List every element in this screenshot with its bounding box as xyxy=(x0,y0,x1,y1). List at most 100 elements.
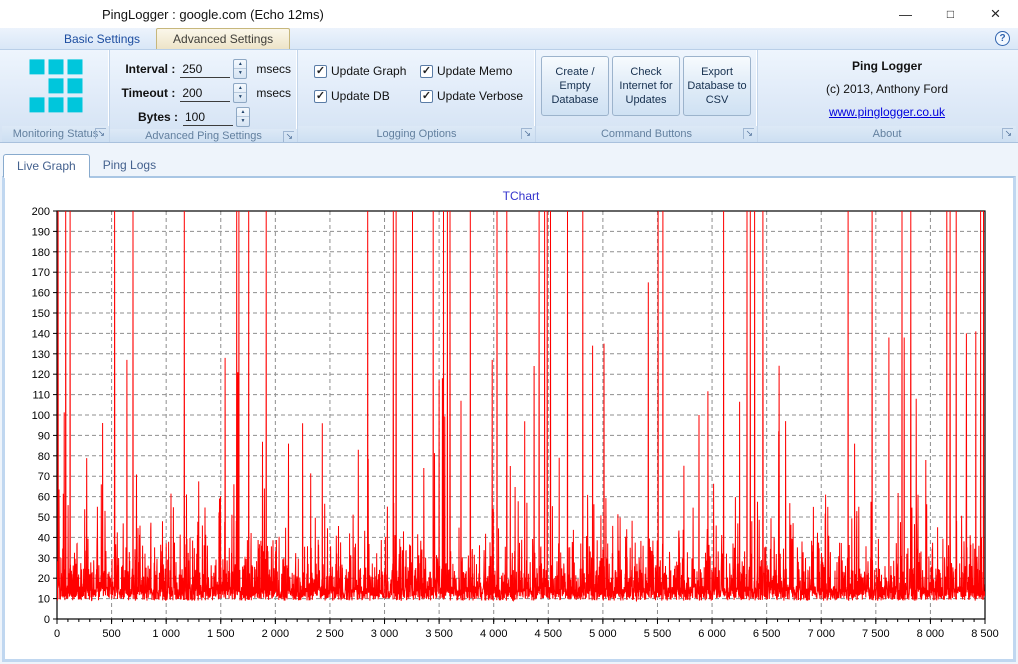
close-button[interactable]: × xyxy=(973,0,1018,28)
interval-input[interactable] xyxy=(180,61,230,78)
svg-text:8 500: 8 500 xyxy=(971,628,999,640)
ping-chart: TChart0102030405060708090100110120130140… xyxy=(5,184,1013,654)
timeout-label: Timeout : xyxy=(112,86,175,100)
window-title: PingLogger : google.com (Echo 12ms) xyxy=(0,7,324,22)
group-label-command-buttons: Command Buttons xyxy=(601,128,692,140)
svg-text:20: 20 xyxy=(38,573,50,585)
create-empty-database-button[interactable]: Create / Empty Database xyxy=(541,56,609,116)
export-database-csv-button[interactable]: Export Database to CSV xyxy=(683,56,751,116)
svg-text:10: 10 xyxy=(38,594,50,606)
svg-text:110: 110 xyxy=(32,390,50,402)
tab-ping-logs[interactable]: Ping Logs xyxy=(90,154,169,176)
dialog-launcher-icon[interactable]: ↘ xyxy=(743,128,754,139)
dialog-launcher-icon[interactable]: ↘ xyxy=(95,128,106,139)
timeout-spinner[interactable]: ▲▼ xyxy=(233,83,247,103)
title-bar: PingLogger : google.com (Echo 12ms) — □ … xyxy=(0,0,1018,28)
timeout-input[interactable] xyxy=(180,85,230,102)
svg-text:200: 200 xyxy=(32,206,50,218)
group-command-buttons: Create / Empty Database Check Internet f… xyxy=(536,50,758,142)
bytes-label: Bytes : xyxy=(112,110,178,124)
svg-text:100: 100 xyxy=(32,410,50,422)
tab-live-graph[interactable]: Live Graph xyxy=(3,154,90,178)
pinglogger-window: PingLogger : google.com (Echo 12ms) — □ … xyxy=(0,0,1018,664)
spin-up-icon[interactable]: ▲ xyxy=(234,60,246,69)
svg-text:180: 180 xyxy=(32,247,50,259)
svg-text:3 000: 3 000 xyxy=(371,628,399,640)
checkbox-update-memo[interactable]: ✓ Update Memo xyxy=(420,64,523,78)
checkbox-icon[interactable]: ✓ xyxy=(420,65,433,78)
tab-basic-settings[interactable]: Basic Settings xyxy=(48,29,156,49)
chart-title: TChart xyxy=(503,189,540,203)
spin-down-icon[interactable]: ▼ xyxy=(237,117,249,126)
svg-text:150: 150 xyxy=(32,308,50,320)
dialog-launcher-icon[interactable]: ↘ xyxy=(1002,128,1013,139)
svg-text:170: 170 xyxy=(32,267,50,279)
tab-advanced-settings[interactable]: Advanced Settings xyxy=(156,28,290,49)
group-advanced-ping-settings: Interval : ▲▼ msecs Timeout : ▲▼ msecs B… xyxy=(110,50,298,142)
svg-text:130: 130 xyxy=(32,349,50,361)
bytes-input[interactable] xyxy=(183,109,233,126)
svg-text:190: 190 xyxy=(32,226,50,238)
help-icon[interactable]: ? xyxy=(995,31,1010,46)
bytes-spinner[interactable]: ▲▼ xyxy=(236,107,250,127)
group-label-logging-options: Logging Options xyxy=(376,128,456,140)
about-copyright: (c) 2013, Anthony Ford xyxy=(826,82,948,96)
group-label-advanced-ping-settings: Advanced Ping Settings xyxy=(145,130,262,142)
spin-down-icon[interactable]: ▼ xyxy=(234,93,246,102)
group-monitoring-status: Monitoring Status↘ xyxy=(2,50,110,142)
spin-down-icon[interactable]: ▼ xyxy=(234,69,246,78)
svg-text:140: 140 xyxy=(32,328,50,340)
svg-text:1 000: 1 000 xyxy=(152,628,180,640)
timeout-unit: msecs xyxy=(256,86,291,100)
live-graph-panel: TChart0102030405060708090100110120130140… xyxy=(2,176,1016,662)
interval-unit: msecs xyxy=(256,62,291,76)
svg-text:6 000: 6 000 xyxy=(698,628,726,640)
checkbox-icon[interactable]: ✓ xyxy=(314,90,327,103)
svg-text:5 500: 5 500 xyxy=(644,628,672,640)
about-app-name: Ping Logger xyxy=(852,59,922,73)
svg-text:50: 50 xyxy=(38,512,50,524)
checkbox-update-graph[interactable]: ✓ Update Graph xyxy=(314,64,420,78)
group-label-about: About xyxy=(873,128,902,140)
ribbon: Monitoring Status↘ Interval : ▲▼ msecs T… xyxy=(0,50,1018,143)
ping-series xyxy=(57,211,985,601)
close-icon: × xyxy=(991,4,1001,24)
svg-text:7 000: 7 000 xyxy=(807,628,835,640)
svg-text:160: 160 xyxy=(32,288,50,300)
svg-text:6 500: 6 500 xyxy=(753,628,781,640)
checkbox-update-db[interactable]: ✓ Update DB xyxy=(314,89,420,103)
svg-text:7 500: 7 500 xyxy=(862,628,890,640)
check-internet-updates-button[interactable]: Check Internet for Updates xyxy=(612,56,680,116)
page-tab-bar: Live Graph Ping Logs xyxy=(0,152,1018,176)
svg-text:500: 500 xyxy=(102,628,120,640)
checkbox-label: Update DB xyxy=(331,89,390,103)
svg-text:120: 120 xyxy=(32,369,50,381)
minimize-button[interactable]: — xyxy=(883,0,928,28)
interval-spinner[interactable]: ▲▼ xyxy=(233,59,247,79)
svg-text:0: 0 xyxy=(54,628,60,640)
spin-up-icon[interactable]: ▲ xyxy=(237,108,249,117)
window-controls: — □ × xyxy=(883,0,1018,28)
dialog-launcher-icon[interactable]: ↘ xyxy=(521,128,532,139)
checkbox-icon[interactable]: ✓ xyxy=(420,90,433,103)
dialog-launcher-icon[interactable]: ↘ xyxy=(283,131,294,142)
svg-text:80: 80 xyxy=(38,451,50,463)
svg-text:8 000: 8 000 xyxy=(917,628,945,640)
svg-text:30: 30 xyxy=(38,553,50,565)
svg-text:4 000: 4 000 xyxy=(480,628,508,640)
minimize-icon: — xyxy=(899,7,912,22)
svg-text:2 000: 2 000 xyxy=(262,628,290,640)
svg-text:1 500: 1 500 xyxy=(207,628,235,640)
svg-text:4 500: 4 500 xyxy=(535,628,563,640)
checkbox-icon[interactable]: ✓ xyxy=(314,65,327,78)
maximize-button[interactable]: □ xyxy=(928,0,973,28)
maximize-icon: □ xyxy=(947,7,954,21)
pinglogger-website-link[interactable]: www.pinglogger.co.uk xyxy=(829,105,945,119)
svg-text:60: 60 xyxy=(38,492,50,504)
checkbox-label: Update Graph xyxy=(331,64,406,78)
svg-text:0: 0 xyxy=(44,614,50,626)
spin-up-icon[interactable]: ▲ xyxy=(234,84,246,93)
svg-text:3 500: 3 500 xyxy=(425,628,453,640)
ribbon-tab-strip: Basic Settings Advanced Settings ? xyxy=(0,28,1018,50)
checkbox-update-verbose[interactable]: ✓ Update Verbose xyxy=(420,89,523,103)
